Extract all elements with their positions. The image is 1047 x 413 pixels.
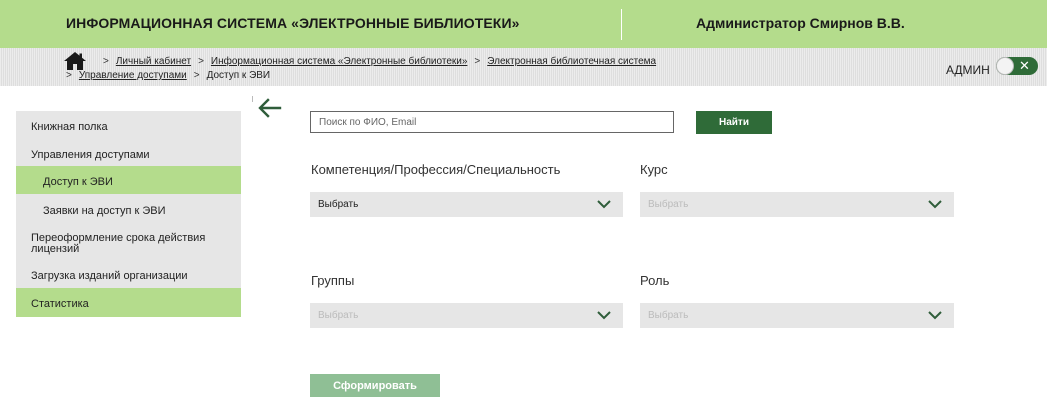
breadcrumb-separator: > bbox=[103, 56, 109, 67]
select-value: Выбрать bbox=[318, 310, 359, 321]
sidebar-item-access-management[interactable]: Управления доступами bbox=[16, 139, 241, 166]
role-label: Роль bbox=[640, 273, 670, 288]
sidebar-item-label: Переоформление срока действия лицензий bbox=[31, 232, 206, 255]
select-value: Выбрать bbox=[648, 310, 689, 321]
divider-tick bbox=[252, 96, 253, 102]
select-value: Выбрать bbox=[318, 199, 359, 210]
chevron-down-icon bbox=[597, 311, 611, 320]
role-select[interactable]: Выбрать bbox=[640, 303, 954, 328]
search-input[interactable] bbox=[310, 111, 674, 133]
user-name: Администратор Смирнов В.В. bbox=[696, 15, 905, 31]
generate-button[interactable]: Сформировать bbox=[310, 374, 440, 397]
chevron-down-icon bbox=[597, 200, 611, 209]
sidebar-item-statistics[interactable]: Статистика bbox=[16, 288, 241, 317]
breadcrumb-separator: > bbox=[474, 56, 481, 67]
top-header: ИНФОРМАЦИОННАЯ СИСТЕМА «ЭЛЕКТРОННЫЕ БИБЛ… bbox=[0, 0, 1047, 48]
breadcrumb-link-access[interactable]: Управление доступами bbox=[79, 70, 187, 81]
sidebar-item-label: Управления доступами bbox=[31, 149, 150, 161]
sidebar-item-label: Статистика bbox=[31, 298, 89, 310]
home-icon[interactable] bbox=[64, 52, 86, 70]
groups-select[interactable]: Выбрать bbox=[310, 303, 623, 328]
groups-label: Группы bbox=[311, 273, 355, 288]
course-label: Курс bbox=[640, 162, 668, 177]
close-icon: ✕ bbox=[1019, 58, 1030, 73]
breadcrumb-separator: > bbox=[193, 70, 200, 81]
breadcrumb-current: Доступ к ЭВИ bbox=[206, 70, 271, 81]
sidebar: Книжная полка Управления доступами Досту… bbox=[16, 111, 241, 317]
sidebar-item-upload[interactable]: Загрузка изданий организации bbox=[16, 263, 241, 288]
course-select[interactable]: Выбрать bbox=[640, 192, 954, 217]
competence-label: Компетенция/Профессия/Специальность bbox=[311, 162, 561, 177]
breadcrumb-separator: > bbox=[66, 70, 72, 81]
sidebar-item-evi-access[interactable]: Доступ к ЭВИ bbox=[16, 166, 241, 194]
sidebar-item-label: Заявки на доступ к ЭВИ bbox=[43, 205, 166, 217]
competence-select[interactable]: Выбрать bbox=[310, 192, 623, 217]
sidebar-item-evi-requests[interactable]: Заявки на доступ к ЭВИ bbox=[16, 194, 241, 223]
breadcrumb-link-ebs[interactable]: Электронная библиотечная система bbox=[487, 56, 656, 67]
sidebar-item-label: Доступ к ЭВИ bbox=[43, 176, 113, 188]
admin-label: АДМИН bbox=[946, 63, 990, 77]
sidebar-item-bookshelf[interactable]: Книжная полка bbox=[16, 111, 241, 139]
select-value: Выбрать bbox=[648, 199, 689, 210]
breadcrumb-link-is[interactable]: Информационная система «Электронные библ… bbox=[211, 56, 467, 67]
breadcrumb-link-cabinet[interactable]: Личный кабинет bbox=[116, 56, 191, 67]
breadcrumb-bar: > Личный кабинет > Информационная система «… bbox=[0, 48, 1047, 86]
admin-toggle[interactable]: ✕ bbox=[996, 57, 1038, 75]
toggle-knob[interactable] bbox=[996, 57, 1014, 75]
app-title: ИНФОРМАЦИОННАЯ СИСТЕМА «ЭЛЕКТРОННЫЕ БИБЛ… bbox=[66, 15, 520, 31]
header-divider bbox=[621, 9, 622, 40]
chevron-down-icon bbox=[928, 311, 942, 320]
breadcrumb-separator: > bbox=[198, 56, 204, 67]
find-button[interactable]: Найти bbox=[696, 111, 772, 134]
back-arrow-icon[interactable] bbox=[258, 98, 282, 118]
sidebar-item-label: Книжная полка bbox=[31, 121, 108, 133]
sidebar-item-license-renewal[interactable]: Переоформление срока действия лицензий bbox=[16, 223, 241, 263]
chevron-down-icon bbox=[928, 200, 942, 209]
sidebar-item-label: Загрузка изданий организации bbox=[31, 270, 188, 282]
